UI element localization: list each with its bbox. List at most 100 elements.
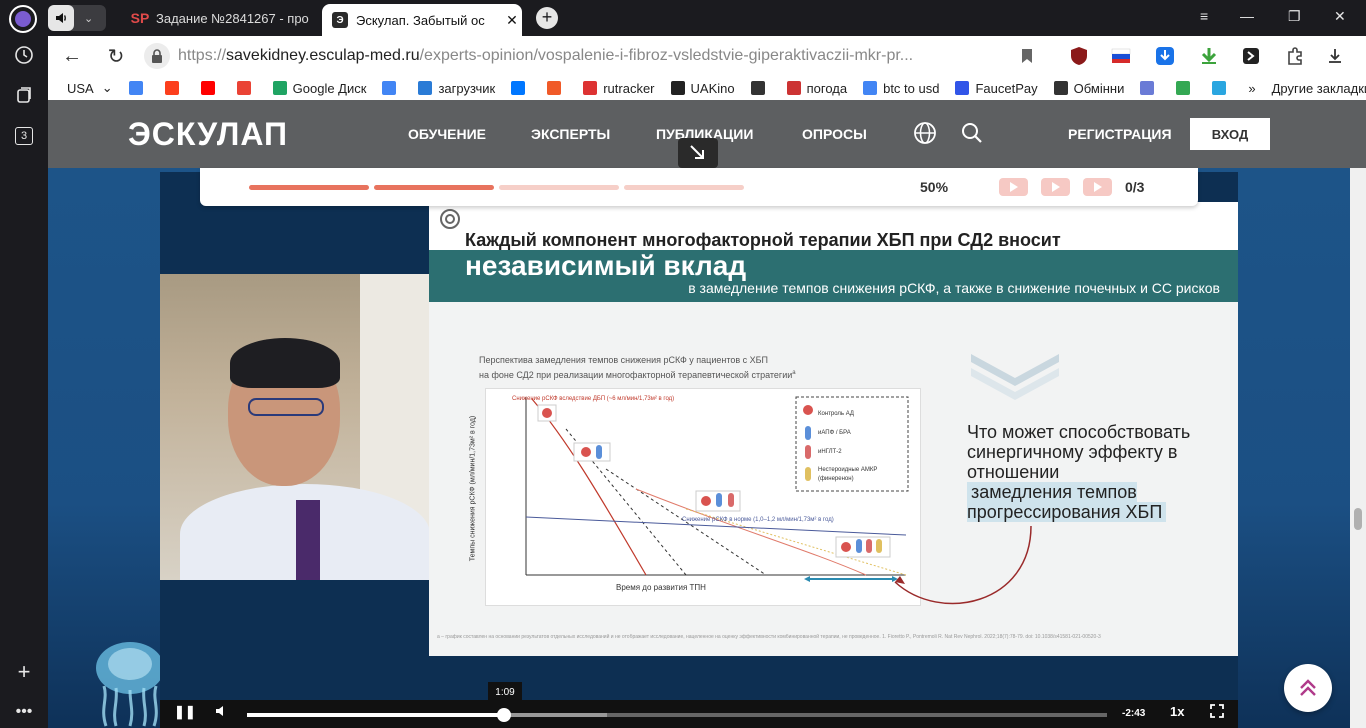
- speaker-icon[interactable]: [48, 5, 74, 31]
- restore-icon[interactable]: ❐: [1288, 8, 1301, 25]
- address-bar: ← ↻ https://savekidney.esculap-med.ru/ex…: [48, 36, 1366, 76]
- faucetpay-icon: [955, 81, 970, 95]
- nav-eksperty[interactable]: ЭКСПЕРТЫ: [531, 126, 610, 142]
- bookmark-youtube[interactable]: [200, 81, 221, 95]
- minimize-icon[interactable]: —: [1240, 8, 1254, 24]
- nav-obuchenie[interactable]: ОБУЧЕНИЕ: [408, 126, 486, 142]
- chevron-down-icon[interactable]: ⌄: [84, 12, 93, 25]
- video-play-icon[interactable]: [1041, 178, 1070, 196]
- scrollbar-thumb[interactable]: [1354, 508, 1362, 530]
- progress-segment: [499, 185, 619, 190]
- register-link[interactable]: РЕГИСТРАЦИЯ: [1068, 126, 1172, 142]
- chevron-down-decoration-icon: [971, 354, 1059, 400]
- new-tab-button[interactable]: +: [536, 7, 558, 29]
- bookmark-uakino[interactable]: UAKino: [670, 80, 735, 96]
- progress-segment: [374, 185, 494, 190]
- video-play-icon[interactable]: [1083, 178, 1112, 196]
- tab-title: Эскулап. Забытый ос: [356, 12, 485, 28]
- bookmark-more[interactable]: »: [1248, 81, 1255, 96]
- diagram-legend: Контроль АД иАПФ / БРА иНГЛТ-2 Нестероид…: [818, 405, 904, 484]
- scroll-to-top-button[interactable]: [1284, 664, 1332, 712]
- bookmark-label: btc to usd: [883, 80, 940, 96]
- bookmark-icon[interactable]: [1016, 45, 1038, 67]
- speed-button[interactable]: 1x: [1170, 704, 1184, 719]
- tab-count-button[interactable]: 3: [8, 120, 40, 152]
- pause-icon[interactable]: ❚❚: [174, 704, 196, 720]
- site-logo[interactable]: ЭСКУЛАП: [128, 116, 288, 153]
- url-protocol: https://: [178, 47, 227, 64]
- video-player[interactable]: Каждый компонент многофакторной терапии …: [160, 172, 1238, 728]
- downloads-icon[interactable]: [1324, 45, 1346, 67]
- seek-knob[interactable]: [497, 708, 512, 722]
- download-extension-icon[interactable]: [1154, 45, 1176, 67]
- ublock-extension-icon[interactable]: [1068, 45, 1090, 67]
- videos-count: 0/3: [1125, 179, 1145, 195]
- tab-zadanie[interactable]: SP Задание №2841267 - про: [131, 4, 322, 32]
- more-sidebar-icon[interactable]: •••: [8, 696, 40, 728]
- video-play-icon[interactable]: [999, 178, 1028, 196]
- bookmark-loader[interactable]: загрузчик: [418, 81, 495, 96]
- menu-icon[interactable]: ≡: [1200, 8, 1208, 24]
- exchange-icon: [1140, 81, 1155, 95]
- progress-percent: 50%: [920, 179, 949, 195]
- add-sidebar-icon[interactable]: +: [8, 656, 40, 688]
- web-page: Каждый компонент многофакторной терапии …: [48, 100, 1366, 728]
- bookmark-maps[interactable]: [1176, 81, 1196, 95]
- bookmark-label: Google Диск: [292, 80, 367, 96]
- extensions-icon[interactable]: [1284, 45, 1306, 67]
- seek-played: [247, 713, 505, 717]
- history-icon[interactable]: [8, 39, 40, 71]
- chart-caption-line2: на фоне СД2 при реализации многофакторно…: [479, 370, 793, 380]
- bookmark-thermometer[interactable]: погода: [786, 81, 847, 96]
- lock-icon[interactable]: [144, 43, 170, 69]
- reload-icon[interactable]: ↻: [104, 44, 128, 68]
- minimize-player-icon[interactable]: [678, 138, 718, 168]
- bookmark-exchange[interactable]: [1140, 81, 1160, 95]
- bookmark-chess[interactable]: [750, 81, 771, 95]
- close-tab-icon[interactable]: ✕: [502, 12, 522, 29]
- slide-title-line1: Каждый компонент многофакторной терапии …: [465, 230, 1061, 250]
- bookmark-label: загрузчик: [438, 80, 496, 96]
- url-field[interactable]: https://savekidney.esculap-med.ru/expert…: [144, 42, 1034, 70]
- volume-icon[interactable]: [214, 704, 228, 721]
- bookmark-google[interactable]: [128, 81, 149, 95]
- collections-icon[interactable]: [8, 79, 40, 111]
- tab-esculap[interactable]: Э Эскулап. Забытый ос ✕: [322, 4, 522, 36]
- russia-flag-extension-icon[interactable]: [1110, 45, 1132, 67]
- seek-bar[interactable]: [247, 713, 1107, 717]
- profile-avatar[interactable]: [9, 5, 37, 33]
- close-window-icon[interactable]: ✕: [1334, 8, 1346, 25]
- tab-group-pill[interactable]: ⌄: [48, 5, 106, 31]
- loader-icon: [418, 81, 433, 95]
- bookmark-f-app[interactable]: [547, 81, 567, 95]
- bookmark-faucetpay[interactable]: FaucetPay: [955, 81, 1038, 96]
- bookmark-vk[interactable]: [511, 81, 531, 95]
- bookmark-dropdown[interactable]: USA ⌄: [67, 80, 113, 96]
- bookmark-yandex[interactable]: [164, 81, 185, 95]
- time-remaining: -2:43: [1122, 708, 1146, 719]
- bookmark-star[interactable]: [1212, 81, 1232, 95]
- chevron-down-icon: ⌄: [101, 80, 113, 95]
- legend-item: иАПФ / БРА: [818, 430, 851, 436]
- search-icon[interactable]: [960, 121, 984, 145]
- question-plain: Что может способствовать синергичному эф…: [967, 422, 1191, 482]
- bookmark-gdrive[interactable]: Google Диск: [272, 80, 367, 96]
- login-button[interactable]: ВХОД: [1190, 118, 1270, 150]
- shortcut-extension-icon[interactable]: [1240, 45, 1262, 67]
- bookmark-rutracker[interactable]: rutracker: [583, 81, 655, 96]
- page-scrollbar[interactable]: [1350, 168, 1366, 728]
- bookmark-bc[interactable]: Обмінни: [1053, 81, 1124, 96]
- fullscreen-icon[interactable]: [1210, 704, 1224, 721]
- logo-mark-icon: [440, 209, 460, 229]
- bookmark-translate[interactable]: [382, 81, 402, 95]
- chart-caption: Перспектива замедления темпов снижения р…: [479, 354, 839, 382]
- back-icon[interactable]: ←: [60, 44, 84, 68]
- bookmark-gmail[interactable]: [236, 81, 257, 95]
- other-bookmarks-folder[interactable]: Другие закладки ⌄: [1272, 80, 1366, 96]
- globe-icon[interactable]: [913, 121, 937, 145]
- green-download-icon[interactable]: [1198, 45, 1220, 67]
- bookmark-label: UAKino: [690, 80, 735, 96]
- nav-oprosy[interactable]: ОПРОСЫ: [802, 126, 867, 142]
- google-icon: [128, 81, 143, 95]
- bookmark-google[interactable]: btc to usd: [863, 81, 939, 96]
